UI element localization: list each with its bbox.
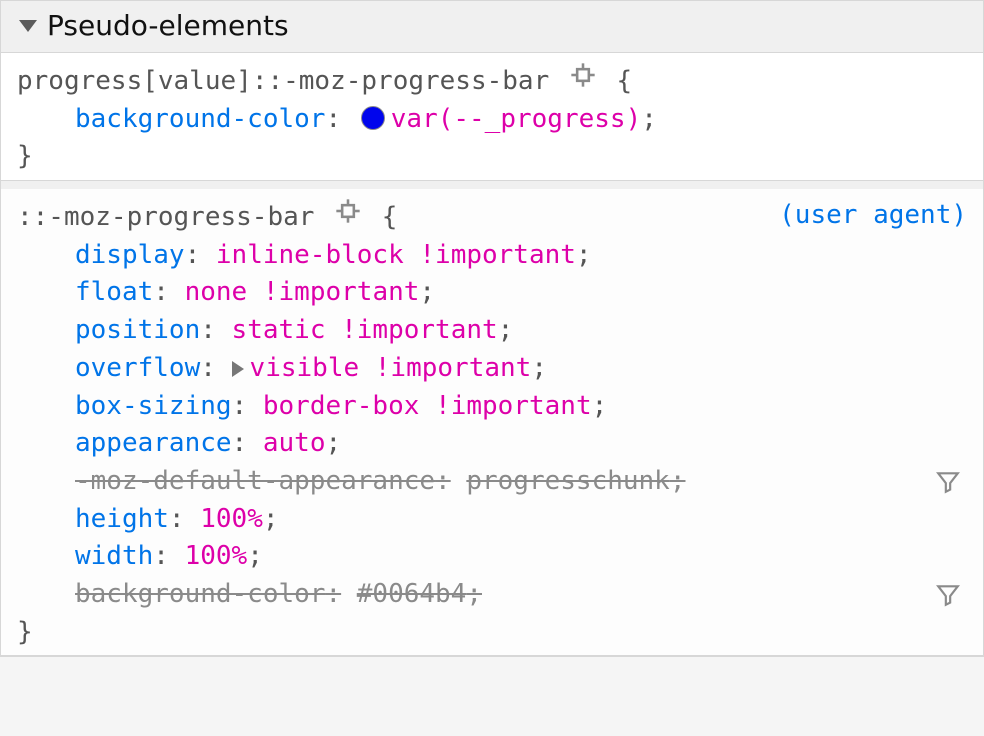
css-declaration[interactable]: position: static !important; — [17, 312, 967, 350]
semicolon: ; — [325, 428, 341, 458]
css-important: !important — [404, 240, 576, 270]
colon: : — [153, 541, 169, 571]
css-declaration[interactable]: background-color: var(--_progress); — [17, 101, 967, 139]
css-property: overflow — [75, 353, 200, 383]
css-declaration[interactable]: overflow: visible !important; — [17, 350, 967, 388]
css-declaration[interactable]: box-sizing: border-box !important; — [17, 388, 967, 426]
filter-icon[interactable] — [935, 582, 961, 608]
css-property: width — [75, 541, 153, 571]
chevron-down-icon — [19, 20, 37, 32]
semicolon: ; — [263, 504, 279, 534]
css-property: -moz-default-appearance — [75, 466, 435, 496]
css-value: 100% — [200, 504, 263, 534]
css-property: background-color — [75, 104, 325, 134]
css-value: auto — [263, 428, 326, 458]
css-declaration[interactable]: height: 100%; — [17, 501, 967, 539]
css-declaration[interactable]: -moz-default-appearance: progresschunk; — [17, 463, 967, 501]
css-property: float — [75, 277, 153, 307]
colon: : — [200, 353, 216, 383]
colon: : — [200, 315, 216, 345]
user-agent-badge: (user agent) — [779, 197, 967, 235]
css-value: border-box — [263, 391, 420, 421]
css-rule: progress[value]::-moz-progress-bar { bac… — [1, 53, 983, 181]
css-property: box-sizing — [75, 391, 232, 421]
css-value: static — [232, 315, 326, 345]
brace-open: { — [382, 202, 398, 232]
selector-highlighter-icon[interactable] — [330, 197, 366, 225]
semicolon: ; — [670, 466, 686, 496]
css-value: progresschunk — [466, 466, 670, 496]
semicolon: ; — [498, 315, 514, 345]
colon: : — [325, 104, 341, 134]
css-important: !important — [359, 353, 531, 383]
semicolon: ; — [419, 277, 435, 307]
css-property: background-color — [75, 579, 325, 609]
expand-icon[interactable] — [232, 361, 244, 377]
colon: : — [169, 504, 185, 534]
brace-close: } — [17, 138, 967, 176]
semicolon: ; — [641, 104, 657, 134]
css-important: !important — [247, 277, 419, 307]
css-value: 100% — [185, 541, 248, 571]
section-title: Pseudo-elements — [47, 9, 289, 42]
css-value: visible — [250, 353, 360, 383]
css-property: appearance — [75, 428, 232, 458]
rule-selector-line[interactable]: ::-moz-progress-bar { (user agent) — [17, 197, 967, 237]
colon: : — [435, 466, 451, 496]
styles-panel: Pseudo-elements progress[value]::-moz-pr… — [0, 0, 984, 657]
color-swatch[interactable] — [361, 106, 385, 130]
brace-open: { — [617, 66, 633, 96]
css-property: height — [75, 504, 169, 534]
css-rule: ::-moz-progress-bar { (user agent) displ… — [1, 189, 983, 656]
css-value: var(--_progress) — [391, 104, 641, 134]
css-declaration[interactable]: width: 100%; — [17, 538, 967, 576]
semicolon: ; — [576, 240, 592, 270]
css-important: !important — [325, 315, 497, 345]
css-property: position — [75, 315, 200, 345]
selector-text: ::-moz-progress-bar — [252, 66, 549, 96]
filter-icon[interactable] — [935, 469, 961, 495]
css-declaration[interactable]: float: none !important; — [17, 274, 967, 312]
css-value: none — [185, 277, 248, 307]
css-declaration[interactable]: appearance: auto; — [17, 425, 967, 463]
semicolon: ; — [466, 579, 482, 609]
selector-text: ::-moz-progress-bar — [17, 202, 314, 232]
css-important: !important — [419, 391, 591, 421]
css-property: display — [75, 240, 185, 270]
colon: : — [232, 428, 248, 458]
semicolon: ; — [531, 353, 547, 383]
selector-highlighter-icon[interactable] — [565, 61, 601, 89]
colon: : — [153, 277, 169, 307]
css-declaration[interactable]: background-color: #0064b4; — [17, 576, 967, 614]
brace-close: } — [17, 614, 967, 652]
rule-selector-line[interactable]: progress[value]::-moz-progress-bar { — [17, 61, 967, 101]
css-value: #0064b4 — [357, 579, 467, 609]
colon: : — [232, 391, 248, 421]
section-header[interactable]: Pseudo-elements — [1, 1, 983, 53]
semicolon: ; — [247, 541, 263, 571]
colon: : — [185, 240, 201, 270]
colon: : — [325, 579, 341, 609]
selector-text: progress[value] — [17, 66, 252, 96]
semicolon: ; — [592, 391, 608, 421]
css-declaration[interactable]: display: inline-block !important; — [17, 237, 967, 275]
css-value: inline-block — [216, 240, 404, 270]
